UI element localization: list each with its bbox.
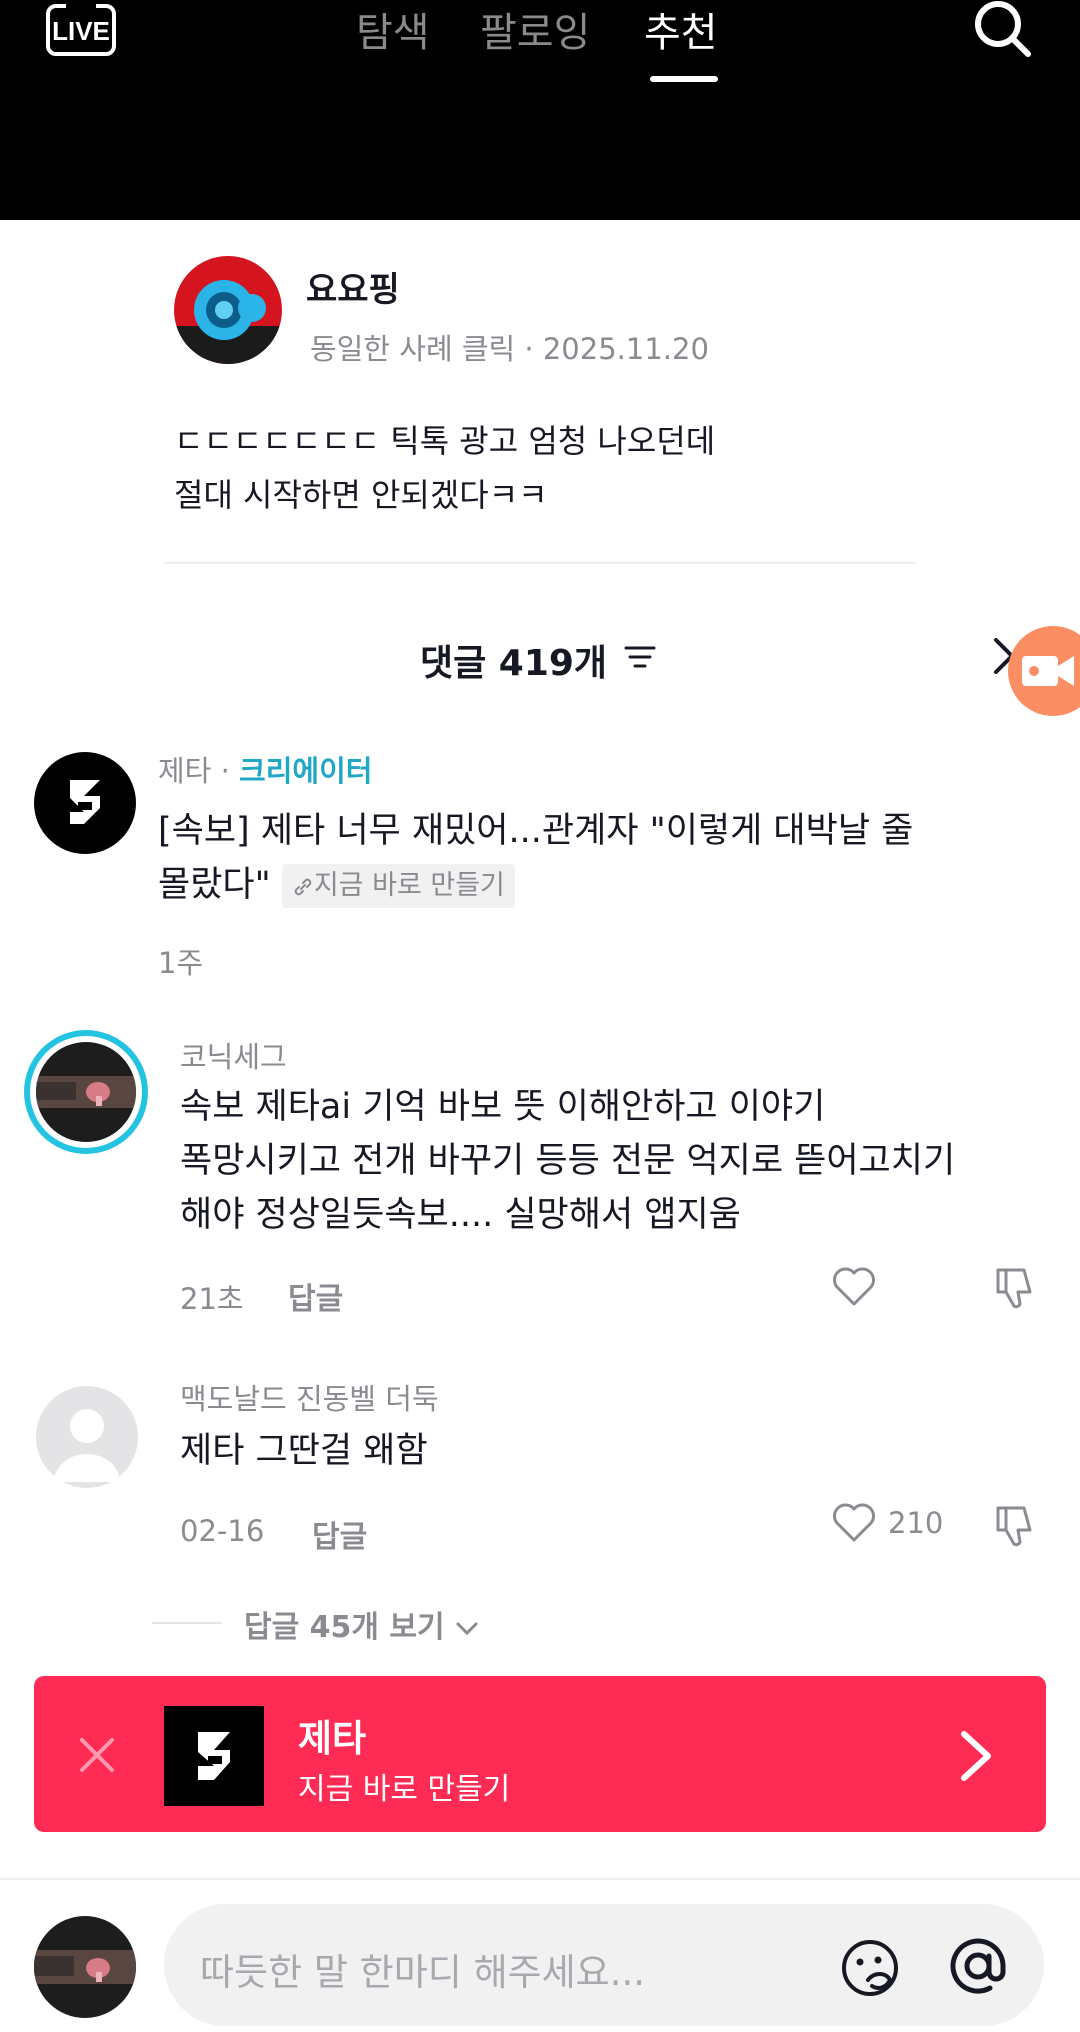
banner-close-icon[interactable] (78, 1736, 116, 1774)
banner-subtitle: 지금 바로 만들기 (298, 1772, 511, 1807)
create-now-link[interactable]: 지금 바로 만들기 (281, 864, 515, 908)
comment-text-line: 해야 정상일듯속보.... 실망해서 앱지움 (180, 1195, 741, 1235)
divider (164, 562, 916, 564)
comment-text-line-2: 몰랐다" (158, 865, 271, 905)
commenter-avatar (36, 1042, 136, 1142)
comment-text: 제타 그딴걸 왜함 (180, 1424, 1040, 1478)
comment-username[interactable]: 맥도날드 진동벨 더둑 (180, 1376, 439, 1418)
comment-text: 속보 제타ai 기억 바보 뜻 이해안하고 이야기 폭망시키고 전개 바꾸기 등… (180, 1080, 1040, 1242)
comment-text-line: 폭망시키고 전개 바꾸기 등등 전문 억지로 뜯어고치기 (180, 1141, 956, 1181)
commenter-avatar[interactable] (34, 752, 136, 854)
link-label: 지금 바로 만들기 (313, 870, 505, 901)
video-camera-icon (1022, 656, 1074, 686)
comment-text-line: 속보 제타ai 기억 바보 뜻 이해안하고 이야기 (180, 1087, 826, 1127)
banner-app-logo (164, 1706, 264, 1806)
dislike-icon[interactable] (990, 1262, 1040, 1312)
post-text: ㄷㄷㄷㄷㄷㄷㄷ 틱톡 광고 엄청 나오던데 절대 시작하면 안되겠다ㅋㅋ (174, 414, 715, 522)
reply-button[interactable]: 답글 (312, 1512, 367, 1556)
default-user-icon (54, 1409, 120, 1482)
view-replies-button[interactable]: 답글 45개 보기 (244, 1602, 479, 1646)
comment-time: 1주 (158, 946, 204, 980)
commenter-avatar-story-ring[interactable] (24, 1030, 148, 1154)
tab-for-you[interactable]: 추천 (644, 0, 718, 58)
comment-username[interactable]: 코닉세그 (180, 1034, 287, 1076)
heart-icon[interactable] (830, 1264, 878, 1308)
active-tab-indicator (650, 76, 718, 82)
chevron-down-icon (456, 1622, 478, 1636)
post-username[interactable]: 요요핑 (306, 262, 400, 311)
like-count: 210 (888, 1506, 944, 1540)
comment-text: [속보] 제타 너무 재밌어...관계자 "이렇게 대박날 줄 몰랐다" 지금 … (158, 804, 998, 912)
post-meta: 동일한 사례 클릭 · 2025.11.20 (310, 332, 709, 366)
live-label: LIVE (52, 16, 110, 46)
reply-button[interactable]: 답글 (288, 1274, 343, 1318)
zeta-logo-icon (70, 780, 100, 824)
my-avatar[interactable] (34, 1916, 136, 2018)
dislike-icon[interactable] (990, 1500, 1040, 1550)
comment-time: 02-16 (180, 1514, 265, 1548)
banner-title: 제타 (298, 1717, 367, 1760)
comment-user-line: 제타 · 크리에이터 (158, 748, 372, 790)
live-icon[interactable]: LIVE (44, 4, 118, 56)
zeta-logo-icon (198, 1732, 230, 1780)
search-icon[interactable] (970, 0, 1034, 60)
heart-icon[interactable] (830, 1500, 878, 1544)
post-text-line: ㄷㄷㄷㄷㄷㄷㄷ 틱톡 광고 엄청 나오던데 (174, 422, 716, 460)
post-author-avatar[interactable] (174, 256, 282, 364)
chevron-right-icon[interactable] (956, 1728, 996, 1784)
tab-explore[interactable]: 탐색 (356, 0, 430, 58)
sort-icon[interactable] (624, 642, 656, 672)
tab-following[interactable]: 팔로잉 (480, 0, 590, 58)
post-text-line: 절대 시작하면 안되겠다ㅋㅋ (174, 476, 548, 514)
creator-badge: 크리에이터 (239, 754, 373, 788)
comments-count-title: 댓글 419개 (420, 643, 608, 684)
separator: · (211, 754, 240, 788)
comment-username[interactable]: 제타 (158, 754, 211, 788)
view-replies-label: 답글 45개 보기 (244, 1610, 445, 1645)
mention-icon[interactable] (944, 1932, 1012, 2000)
replies-line (152, 1622, 222, 1624)
emoji-icon[interactable] (838, 1936, 902, 2000)
comment-text-line: [속보] 제타 너무 재밌어...관계자 "이렇게 대박날 줄 (158, 811, 914, 851)
comment-text-line: 제타 그딴걸 왜함 (180, 1431, 428, 1471)
comment-time: 21초 (180, 1282, 244, 1316)
divider (0, 1878, 1080, 1880)
comment-text-line: 몰랐다" 지금 바로 만들기 (158, 858, 998, 912)
comment-input-placeholder: 따듯한 말 한마디 해주세요... (200, 1951, 646, 1994)
link-icon (294, 878, 312, 895)
floating-video-button[interactable] (1008, 626, 1080, 716)
commenter-avatar-default[interactable] (36, 1386, 138, 1488)
